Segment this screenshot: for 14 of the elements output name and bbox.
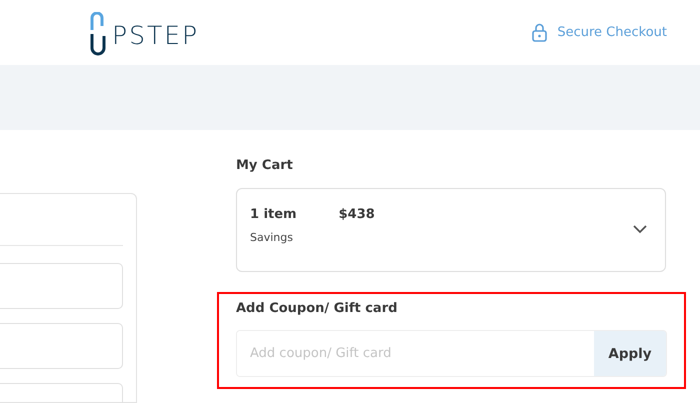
- cart-title: My Cart: [236, 158, 294, 173]
- cart-summary-card[interactable]: 1 item $438 Savings: [236, 188, 666, 272]
- item-count: 1 item: [250, 207, 297, 222]
- input-field[interactable]: [0, 323, 123, 369]
- coupon-title: Add Coupon/ Gift card: [236, 301, 398, 316]
- secure-checkout-text: Secure Checkout: [557, 25, 667, 40]
- lock-icon: [532, 23, 548, 42]
- cart-price: $438: [338, 207, 375, 222]
- input-field[interactable]: [0, 263, 123, 309]
- logo-text: PSTEP: [112, 23, 200, 48]
- savings-label: Savings: [250, 231, 294, 244]
- coupon-input[interactable]: Add coupon/ Gift card Apply: [236, 330, 667, 377]
- apply-button[interactable]: Apply: [594, 331, 666, 376]
- chevron-icon[interactable]: [633, 225, 647, 234]
